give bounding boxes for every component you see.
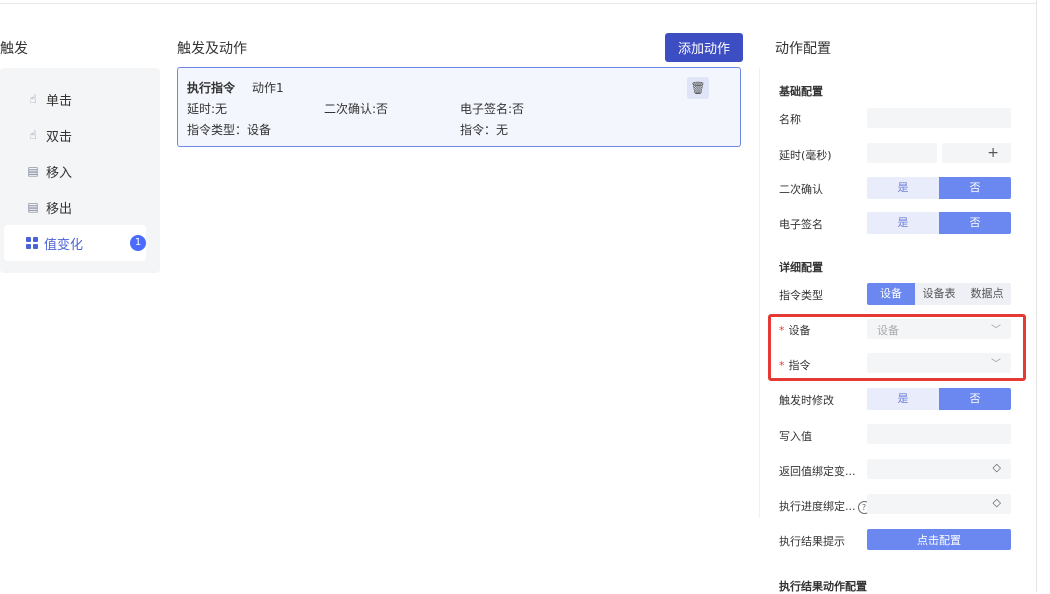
trigger-item-label: 单击 <box>46 93 73 109</box>
write-value-label: 写入值 <box>779 430 812 443</box>
top-divider <box>0 0 1036 4</box>
actions-title: 触发及动作 <box>177 41 247 57</box>
pointer-icon: ☝ <box>29 128 37 142</box>
doc-icon: ▤ <box>27 200 39 214</box>
signature-yes-option[interactable]: 是 <box>867 212 939 234</box>
trigger-title: 触发 <box>0 41 28 57</box>
action-signature: 电子签名:否 <box>460 102 525 116</box>
confirm-no-option[interactable]: 否 <box>939 177 1011 199</box>
trigger-item-value-change[interactable]: 值变化 1 <box>4 225 146 261</box>
detail-config-title: 详细配置 <box>779 261 823 274</box>
trigger-item-label: 值变化 <box>44 237 84 253</box>
panel-divider <box>759 68 760 518</box>
action-cmd-type: 指令类型：设备 <box>187 123 272 137</box>
progress-bind-label: 执行进度绑定...? <box>779 498 871 514</box>
basic-config-title: 基础配置 <box>779 85 823 98</box>
confirm-label: 二次确认 <box>779 183 823 196</box>
modify-yes-option[interactable]: 是 <box>867 388 939 410</box>
signature-toggle[interactable]: 是 否 <box>867 212 1011 234</box>
tag-icon[interactable]: ◇ <box>993 496 1001 509</box>
confirm-toggle[interactable]: 是 否 <box>867 177 1011 199</box>
delay-label: 延时(毫秒) <box>779 149 832 162</box>
add-action-button[interactable]: 添加动作 <box>665 33 743 62</box>
trigger-item-move-out[interactable]: ▤ 移出 <box>26 197 72 217</box>
return-bind-label: 返回值绑定变... <box>779 465 856 478</box>
trigger-item-double-click[interactable]: ☝ 双击 <box>26 125 72 145</box>
action-card[interactable]: 执行指令 动作1 延时:无 二次确认:否 电子签名:否 指令类型：设备 指令：无… <box>177 67 741 147</box>
write-value-input[interactable] <box>867 424 1011 444</box>
action-cmd: 指令：无 <box>460 123 509 137</box>
pointer-icon: ☝ <box>29 92 37 106</box>
trigger-item-click[interactable]: ☝ 单击 <box>26 89 72 109</box>
name-label: 名称 <box>779 113 801 126</box>
delay-input[interactable] <box>867 143 937 163</box>
trigger-item-label: 移出 <box>46 201 73 217</box>
name-input[interactable] <box>867 108 1011 128</box>
cmd-type-tabs[interactable]: 设备 设备表 数据点 <box>867 283 1011 305</box>
modify-label: 触发时修改 <box>779 394 834 407</box>
progress-bind-input[interactable]: ◇ <box>867 494 1011 514</box>
progress-bind-label-text: 执行进度绑定... <box>779 500 856 513</box>
action-type: 执行指令 <box>187 81 236 95</box>
action-delay: 延时:无 <box>187 102 228 116</box>
count-badge: 1 <box>130 235 146 251</box>
action-name: 动作1 <box>252 81 284 95</box>
highlight-box <box>768 314 1026 381</box>
trigger-list: ☝ 单击 ☝ 双击 ▤ 移入 ▤ 移出 值变化 1 <box>0 68 160 273</box>
scrollbar[interactable] <box>1036 0 1050 592</box>
trigger-item-label: 移入 <box>46 165 73 181</box>
action-confirm: 二次确认:否 <box>324 102 389 116</box>
signature-label: 电子签名 <box>779 218 823 231</box>
grid-icon <box>26 237 38 249</box>
tag-icon[interactable]: ◇ <box>993 461 1001 474</box>
result-tip-label: 执行结果提示 <box>779 535 845 548</box>
cmd-type-device[interactable]: 设备 <box>867 283 915 305</box>
doc-icon: ▤ <box>27 164 39 178</box>
delete-icon[interactable]: 🗑 <box>687 77 709 99</box>
trigger-item-label: 双击 <box>46 129 73 145</box>
delay-increment-button[interactable]: + <box>942 143 1011 163</box>
cmd-type-device-table[interactable]: 设备表 <box>915 283 963 305</box>
modify-toggle[interactable]: 是 否 <box>867 388 1011 410</box>
modify-no-option[interactable]: 否 <box>939 388 1011 410</box>
config-title: 动作配置 <box>775 41 831 57</box>
result-tip-config-button[interactable]: 点击配置 <box>867 529 1011 550</box>
confirm-yes-option[interactable]: 是 <box>867 177 939 199</box>
return-bind-input[interactable]: ◇ <box>867 459 1011 479</box>
signature-no-option[interactable]: 否 <box>939 212 1011 234</box>
cmd-type-label: 指令类型 <box>779 289 823 302</box>
cmd-type-data-point[interactable]: 数据点 <box>963 283 1011 305</box>
trigger-item-move-in[interactable]: ▤ 移入 <box>26 161 72 181</box>
